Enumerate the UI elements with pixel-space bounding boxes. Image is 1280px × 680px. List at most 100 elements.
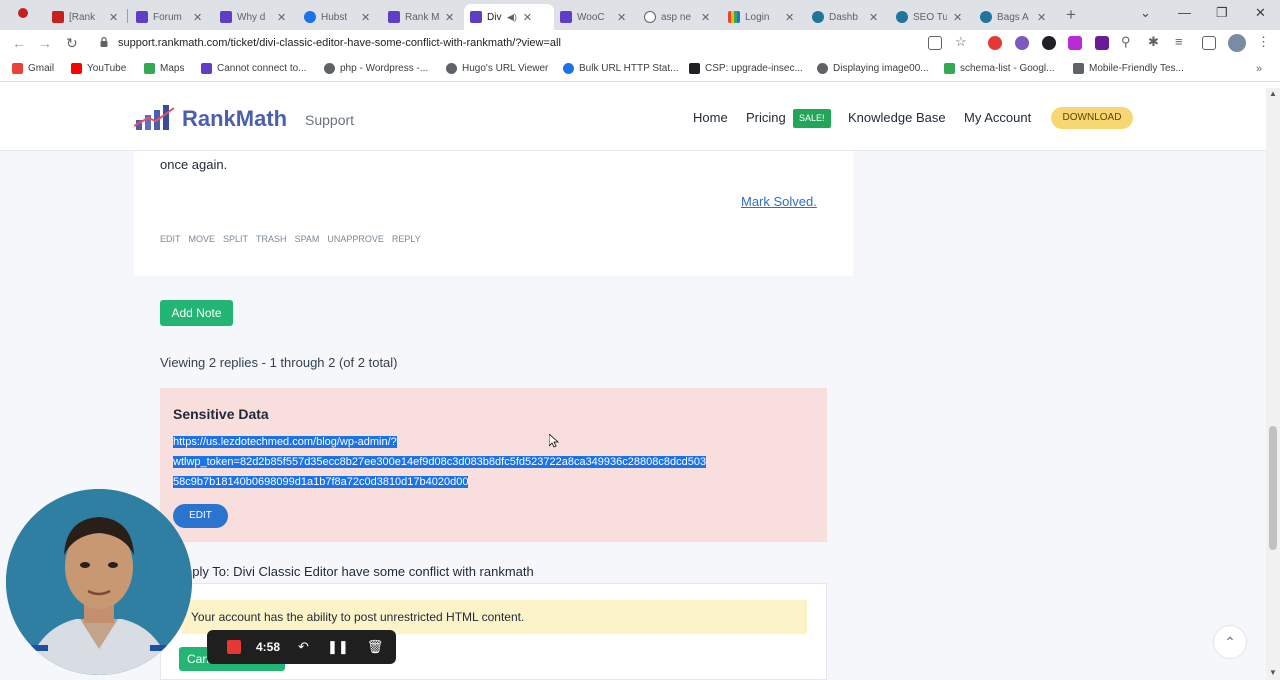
puzzle-icon[interactable]: ✱: [1148, 34, 1162, 49]
stop-recording-icon[interactable]: [227, 640, 241, 654]
tab-login[interactable]: Login ✕: [722, 4, 800, 30]
bookmark-label: Maps: [160, 63, 185, 74]
bookmark-csp[interactable]: CSP: upgrade-insec...: [689, 63, 803, 74]
minimize-icon[interactable]: —: [1178, 5, 1191, 20]
close-icon[interactable]: ✕: [445, 11, 454, 24]
edit-button[interactable]: EDIT: [173, 504, 228, 528]
bookmark-hugos-url-viewer[interactable]: Hugo's URL Viewer: [446, 63, 548, 74]
sensitive-data-text[interactable]: https://us.lezdotechmed.com/blog/wp-admi…: [173, 432, 818, 492]
tab-title: asp ne: [661, 11, 692, 23]
tab-divi-active[interactable]: Div ◀) ✕: [464, 4, 554, 30]
share-icon[interactable]: [928, 36, 942, 50]
bookmark-star-icon[interactable]: ☆: [955, 34, 969, 49]
nav-pricing[interactable]: Pricing: [746, 110, 786, 125]
record-indicator-icon: [18, 8, 28, 18]
bookmark-gmail[interactable]: Gmail: [12, 63, 54, 74]
add-note-button[interactable]: Add Note: [160, 300, 233, 326]
scroll-down-icon[interactable]: ▼: [1269, 668, 1277, 677]
close-icon[interactable]: ✕: [193, 11, 202, 24]
admin-link-edit[interactable]: EDIT: [160, 234, 181, 244]
tab-search-icon[interactable]: ⌄: [1140, 5, 1151, 21]
bookmark-php-wordpress[interactable]: php - Wordpress -...: [324, 63, 428, 74]
scroll-up-icon[interactable]: ▲: [1269, 89, 1277, 98]
extension-icon[interactable]: [1095, 36, 1109, 50]
new-tab-icon[interactable]: +: [1066, 5, 1076, 25]
sale-badge[interactable]: SALE!: [793, 109, 831, 128]
bookmark-cannot-connect[interactable]: Cannot connect to...: [201, 63, 307, 74]
close-window-icon[interactable]: ✕: [1255, 5, 1266, 21]
close-icon[interactable]: ✕: [785, 11, 794, 24]
address-bar[interactable]: support.rankmath.com/ticket/divi-classic…: [92, 32, 948, 56]
admin-link-spam[interactable]: SPAM: [295, 234, 320, 244]
pause-icon[interactable]: ❚❚: [327, 639, 349, 655]
close-icon[interactable]: ✕: [523, 11, 532, 24]
tab-forum[interactable]: Forum ✕: [130, 4, 208, 30]
extension-icon[interactable]: [1068, 36, 1082, 50]
extension-icon[interactable]: [1015, 36, 1029, 50]
sensitive-line[interactable]: https://us.lezdotechmed.com/blog/wp-admi…: [173, 436, 397, 448]
close-icon[interactable]: ✕: [1037, 11, 1046, 24]
side-panel-icon[interactable]: [1202, 36, 1216, 50]
scrollbar-thumb[interactable]: [1269, 426, 1277, 550]
admin-link-split[interactable]: SPLIT: [223, 234, 248, 244]
admin-link-unapprove[interactable]: UNAPPROVE: [327, 234, 384, 244]
admin-link-trash[interactable]: TRASH: [256, 234, 287, 244]
delete-icon[interactable]: 🗑: [367, 639, 384, 655]
tab-seo[interactable]: SEO Tu ✕: [890, 4, 968, 30]
rankmath-logo-icon[interactable]: [134, 104, 176, 132]
sensitive-line[interactable]: 58c9b7b18140b0698099d1a1b7f8a72c0d3810d1…: [173, 476, 469, 488]
back-icon[interactable]: ←: [12, 35, 26, 51]
tab-woocommerce[interactable]: WooC ✕: [554, 4, 632, 30]
tab-dashboard[interactable]: Dashb ✕: [806, 4, 884, 30]
restore-icon[interactable]: ❐: [1216, 5, 1228, 21]
close-icon[interactable]: ✕: [109, 11, 118, 24]
bookmark-youtube[interactable]: YouTube: [71, 63, 126, 74]
bookmark-label: Hugo's URL Viewer: [462, 63, 549, 74]
extension-icon[interactable]: ⚲: [1121, 34, 1135, 49]
reply-card: once again. Mark Solved. EDIT MOVE SPLIT…: [134, 151, 853, 276]
bookmark-bulk-url[interactable]: Bulk URL HTTP Stat...: [563, 63, 678, 74]
avatar[interactable]: [1228, 34, 1246, 52]
tab-bags[interactable]: Bags A ✕: [974, 4, 1052, 30]
forward-icon[interactable]: →: [38, 35, 52, 51]
reload-icon[interactable]: ↻: [66, 35, 78, 52]
tab-hubstaff[interactable]: Hubst ✕: [298, 4, 376, 30]
nav-home[interactable]: Home: [693, 110, 728, 125]
tab-aspnet[interactable]: asp ne ✕: [638, 4, 716, 30]
tab-why[interactable]: Why d ✕: [214, 4, 292, 30]
kebab-menu-icon[interactable]: ⋮: [1257, 34, 1271, 49]
reading-list-icon[interactable]: ≡: [1175, 34, 1189, 49]
close-icon[interactable]: ✕: [869, 11, 878, 24]
undo-icon[interactable]: ↶: [298, 639, 309, 655]
extension-icon[interactable]: [1042, 36, 1056, 50]
rankmath-icon: [388, 11, 400, 23]
close-icon[interactable]: ✕: [361, 11, 370, 24]
bookmark-displaying-image[interactable]: Displaying image00...: [817, 63, 929, 74]
speaker-icon[interactable]: ◀): [507, 12, 517, 23]
close-icon[interactable]: ✕: [277, 11, 286, 24]
tab-rankmath[interactable]: Rank M ✕: [382, 4, 460, 30]
bookmark-maps[interactable]: Maps: [144, 63, 184, 74]
page-scrollbar[interactable]: ▲ ▼: [1266, 88, 1280, 680]
close-icon[interactable]: ✕: [953, 11, 962, 24]
admin-link-reply[interactable]: REPLY: [392, 234, 421, 244]
browser-toolbar: ← → ↻ support.rankmath.com/ticket/divi-c…: [0, 30, 1280, 58]
close-icon[interactable]: ✕: [617, 11, 626, 24]
back-to-top-icon[interactable]: ⌃: [1213, 625, 1247, 659]
bookmark-mobile-friendly[interactable]: Mobile-Friendly Tes...: [1073, 63, 1184, 74]
admin-link-move[interactable]: MOVE: [189, 234, 216, 244]
nav-my-account[interactable]: My Account: [964, 110, 1031, 125]
bookmarks-overflow-icon[interactable]: »: [1256, 63, 1262, 75]
rankmath-icon: [136, 11, 148, 23]
wordpress-icon: [980, 11, 992, 23]
sensitive-line[interactable]: wtlwp_token=82d2b85f557d35ecc8b27ee300e1…: [173, 456, 707, 468]
mark-solved-link[interactable]: Mark Solved.: [741, 194, 817, 209]
logo-text[interactable]: RankMath: [182, 106, 287, 132]
download-button[interactable]: DOWNLOAD: [1051, 107, 1133, 129]
extension-icon[interactable]: [988, 36, 1002, 50]
tab-rank[interactable]: [Rank ✕: [46, 4, 124, 30]
url-text[interactable]: support.rankmath.com/ticket/divi-classic…: [118, 37, 561, 49]
nav-knowledge-base[interactable]: Knowledge Base: [848, 110, 946, 125]
close-icon[interactable]: ✕: [701, 11, 710, 24]
bookmark-schema-list[interactable]: schema-list - Googl...: [944, 63, 1054, 74]
